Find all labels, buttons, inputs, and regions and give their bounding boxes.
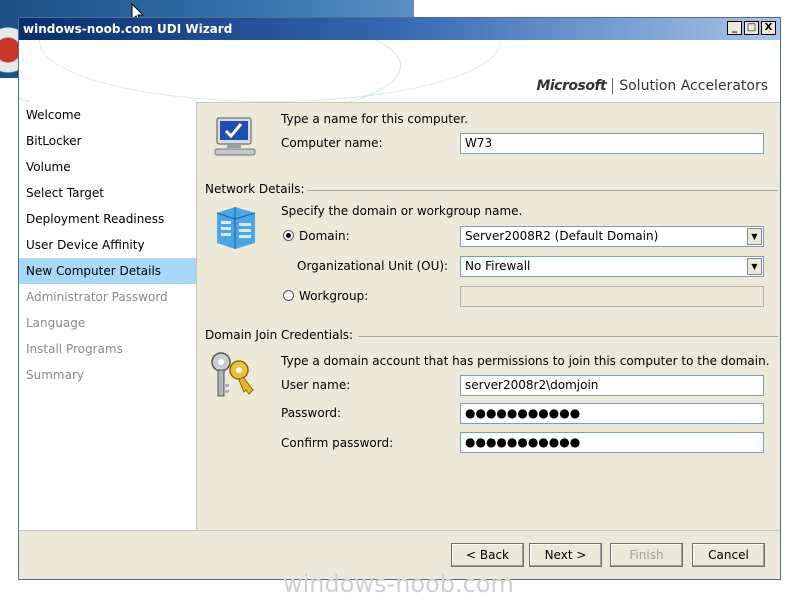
confirm-password-label: Confirm password: <box>281 436 394 450</box>
cancel-button[interactable]: Cancel <box>692 543 765 567</box>
password-label: Password: <box>281 406 342 420</box>
watermark-text: windows-noob.com <box>283 570 514 598</box>
brand-company: Microsoft <box>536 78 607 94</box>
wizard-window: windows-noob.com UDI Wizard _ □ X Micros… <box>18 17 781 580</box>
brand-product: Solution Accelerators <box>619 78 768 94</box>
workgroup-label: Workgroup: <box>299 289 369 303</box>
credentials-heading: Domain Join Credentials: <box>205 328 354 342</box>
sidebar-item-bitlocker[interactable]: BitLocker <box>19 128 196 154</box>
title-bar[interactable]: windows-noob.com UDI Wizard _ □ X <box>19 18 780 40</box>
sidebar-item-welcome[interactable]: Welcome <box>19 102 196 128</box>
username-input[interactable]: server2008r2\domjoin <box>460 375 764 396</box>
domain-select-value: Server2008R2 (Default Domain) <box>465 229 659 243</box>
sidebar-item-install-programs: Install Programs <box>26 342 123 356</box>
sidebar-item-language: Language <box>26 316 86 330</box>
back-button[interactable]: < Back <box>451 543 524 567</box>
ou-select-value: No Firewall <box>465 259 531 273</box>
computer-prompt: Type a name for this computer. <box>281 112 469 126</box>
wizard-sidebar: Welcome BitLocker Volume Select Target D… <box>19 102 197 530</box>
sidebar-item-summary: Summary <box>26 368 84 382</box>
window-title: windows-noob.com UDI Wizard <box>23 22 233 36</box>
footer-divider <box>19 530 780 531</box>
sidebar-item-deployment-readiness[interactable]: Deployment Readiness <box>19 206 196 232</box>
sidebar-item-user-device-affinity[interactable]: User Device Affinity <box>19 232 196 258</box>
workgroup-radio[interactable] <box>283 290 294 301</box>
computer-icon <box>214 117 256 156</box>
sidebar-item-select-target[interactable]: Select Target <box>19 180 196 206</box>
ou-select[interactable]: No Firewall ▼ <box>460 256 764 277</box>
maximize-button[interactable]: □ <box>744 21 759 35</box>
computer-name-label: Computer name: <box>281 136 383 150</box>
wizard-header: Microsoft Solution Accelerators <box>19 40 780 103</box>
ou-label: Organizational Unit (OU): <box>297 259 449 273</box>
sidebar-item-administrator-password: Administrator Password <box>26 290 168 304</box>
close-button[interactable]: X <box>761 21 776 35</box>
keys-icon <box>211 352 254 397</box>
sidebar-item-new-computer-details[interactable]: New Computer Details <box>19 258 196 284</box>
section-divider <box>358 336 778 337</box>
chevron-down-icon[interactable]: ▼ <box>747 258 762 275</box>
confirm-password-input[interactable]: ●●●●●●●●●●● <box>460 432 764 453</box>
section-divider <box>307 190 778 191</box>
chevron-down-icon[interactable]: ▼ <box>747 228 762 245</box>
workgroup-input <box>460 286 764 307</box>
password-input[interactable]: ●●●●●●●●●●● <box>460 403 764 424</box>
brand-logo: Microsoft Solution Accelerators <box>536 78 768 94</box>
finish-button: Finish <box>610 543 683 567</box>
domain-radio[interactable] <box>283 230 294 241</box>
sidebar-item-volume[interactable]: Volume <box>19 154 196 180</box>
next-button[interactable]: Next > <box>529 543 602 567</box>
minimize-button[interactable]: _ <box>727 21 742 35</box>
server-icon <box>216 207 256 249</box>
network-prompt: Specify the domain or workgroup name. <box>281 204 523 218</box>
username-label: User name: <box>281 378 351 392</box>
network-details-heading: Network Details: <box>205 182 305 196</box>
domain-select[interactable]: Server2008R2 (Default Domain) ▼ <box>460 226 764 247</box>
computer-name-input[interactable]: W73 <box>460 133 764 154</box>
credentials-prompt: Type a domain account that has permissio… <box>281 354 770 368</box>
domain-label: Domain: <box>299 229 350 243</box>
wizard-content: Type a name for this computer. Computer … <box>197 102 780 530</box>
